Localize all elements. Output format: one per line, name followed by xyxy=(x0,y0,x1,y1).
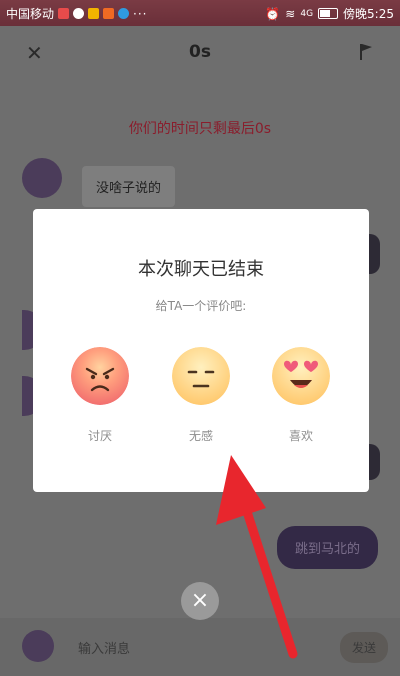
rating-option-label: 讨厌 xyxy=(87,429,112,443)
battery-icon xyxy=(318,8,339,19)
dialog-subtitle: 给TA一个评价吧: xyxy=(155,299,247,313)
signal-type: 4G xyxy=(300,8,314,19)
rating-option-like[interactable]: 喜欢 xyxy=(261,347,341,444)
timer-notice: 你们的时间只剩最后0s xyxy=(128,121,272,137)
chat-header: ✕ 0s xyxy=(0,26,400,82)
rating-option-label: 无感 xyxy=(188,429,213,443)
notification-icon xyxy=(58,8,70,19)
rating-option-label: 喜欢 xyxy=(288,429,313,443)
send-button[interactable]: 发送 xyxy=(339,632,388,663)
app-notification-icon xyxy=(88,8,100,19)
message-input-bar: 输入消息 发送 xyxy=(0,618,400,676)
outgoing-message: 跳到马北的 xyxy=(276,526,378,569)
avatar[interactable] xyxy=(22,158,62,198)
heart-eyes-face-icon xyxy=(272,347,330,405)
carrier-label: 中国移动 xyxy=(6,7,55,21)
report-flag-icon[interactable] xyxy=(360,44,372,60)
wifi-icon: ≋ xyxy=(285,6,296,21)
dialog-title: 本次聊天已结束 xyxy=(138,259,264,280)
message-input[interactable]: 输入消息 xyxy=(78,638,130,657)
app-notification-icon xyxy=(118,8,130,19)
status-bar: 中国移动 ··· ⏰ ≋ 4G 傍晚5:25 xyxy=(0,0,400,26)
chat-ended-dialog: 本次聊天已结束 给TA一个评价吧: 讨厌 无感 喜欢 xyxy=(33,209,369,492)
rating-option-neutral[interactable]: 无感 xyxy=(161,347,241,444)
close-dialog-button[interactable]: × xyxy=(181,582,219,620)
incoming-message: 没啥子说的 xyxy=(82,166,176,207)
neutral-face-icon xyxy=(172,347,230,405)
more-notifications-icon: ··· xyxy=(133,6,148,21)
status-time: 傍晚5:25 xyxy=(343,7,394,21)
emoji-icon[interactable] xyxy=(22,630,54,662)
app-notification-icon xyxy=(103,8,115,19)
chat-notification-icon xyxy=(73,8,85,19)
rating-option-dislike[interactable]: 讨厌 xyxy=(60,347,140,444)
angry-face-icon xyxy=(71,347,129,405)
page-title: 0s xyxy=(189,42,211,62)
alarm-icon: ⏰ xyxy=(265,6,281,21)
